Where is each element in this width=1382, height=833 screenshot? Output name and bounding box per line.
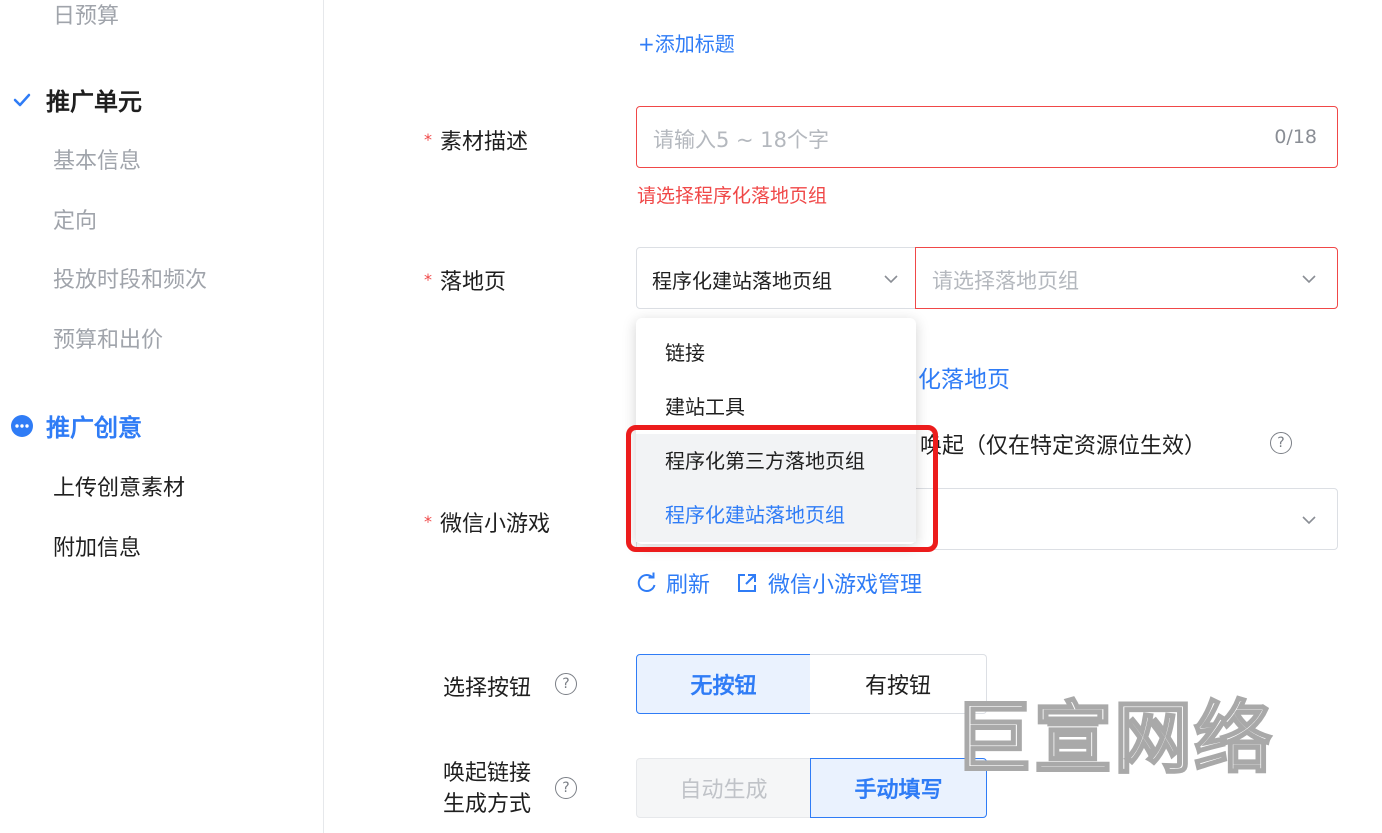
sidebar-item-budget-bid[interactable]: 预算和出价 — [53, 322, 163, 354]
sidebar-item-upload-creative[interactable]: 上传创意素材 — [53, 470, 185, 502]
check-icon — [10, 88, 34, 112]
char-counter: 0/18 — [1274, 126, 1317, 148]
sidebar-item-daily-budget[interactable]: 日预算 — [53, 0, 119, 30]
landing-page-type-value: 程序化建站落地页组 — [652, 269, 832, 293]
sidebar-item-basic-info[interactable]: 基本信息 — [53, 143, 141, 175]
refresh-link[interactable]: 刷新 — [636, 567, 710, 599]
more-dots-icon — [10, 414, 34, 438]
sidebar-item-extra-info[interactable]: 附加信息 — [53, 530, 141, 562]
chevron-down-icon — [1302, 516, 1316, 525]
sidebar: 日预算 推广单元 基本信息 定向 投放时段和频次 预算和出价 推广创意 上传创意… — [0, 0, 324, 833]
material-desc-placeholder: 请输入5 ~ 18个字 — [653, 128, 830, 152]
landing-page-group-select[interactable]: 请选择落地页组 — [915, 247, 1338, 309]
external-link-icon — [738, 574, 756, 592]
no-button-option[interactable]: 无按钮 — [636, 654, 811, 714]
required-mark: * — [424, 130, 432, 149]
help-icon[interactable]: ? — [1270, 432, 1292, 454]
mini-game-label: * 微信小游戏 — [424, 512, 551, 537]
sidebar-item-targeting[interactable]: 定向 — [53, 203, 97, 235]
sidebar-section-creative[interactable]: 推广创意 — [10, 408, 142, 443]
required-mark: * — [424, 270, 432, 289]
annotation-highlight-box — [626, 425, 938, 552]
material-desc-error: 请选择程序化落地页组 — [637, 185, 828, 207]
add-title-link[interactable]: +添加标题 — [638, 28, 735, 57]
required-mark: * — [424, 512, 432, 531]
sidebar-section-creative-label: 推广创意 — [46, 414, 142, 442]
landing-page-type-select[interactable]: 程序化建站落地页组 — [636, 247, 916, 309]
landing-page-label: * 落地页 — [424, 270, 507, 295]
help-icon[interactable]: ? — [555, 777, 577, 799]
watermark: 巨宣网络 — [953, 693, 1275, 786]
deeplink-hint-text: 唤起（仅在特定资源位生效） — [920, 434, 1207, 459]
sidebar-item-schedule[interactable]: 投放时段和频次 — [53, 262, 207, 294]
sidebar-section-unit-label: 推广单元 — [46, 88, 142, 116]
refresh-icon — [637, 572, 656, 592]
material-desc-label: * 素材描述 — [424, 130, 529, 155]
choose-button-label: 选择按钮 — [443, 676, 532, 701]
landing-page-group-placeholder: 请选择落地页组 — [932, 269, 1079, 293]
dropdown-option-link[interactable]: 链接 — [636, 326, 916, 380]
landing-page-link[interactable]: 化落地页 — [918, 360, 1010, 394]
deeplink-method-label: 唤起链接 生成方式 — [443, 761, 532, 817]
help-icon[interactable]: ? — [555, 673, 577, 695]
auto-generate-option[interactable]: 自动生成 — [636, 758, 811, 818]
material-desc-input[interactable]: 请输入5 ~ 18个字 0/18 — [636, 106, 1338, 168]
chevron-down-icon — [1302, 275, 1316, 284]
mini-game-manage-link[interactable]: 微信小游戏管理 — [736, 567, 922, 599]
main-form: +添加标题 * 素材描述 请输入5 ~ 18个字 0/18 请选择程序化落地页组 … — [324, 0, 1382, 833]
sidebar-section-unit[interactable]: 推广单元 — [10, 82, 142, 117]
chevron-down-icon — [884, 275, 898, 284]
